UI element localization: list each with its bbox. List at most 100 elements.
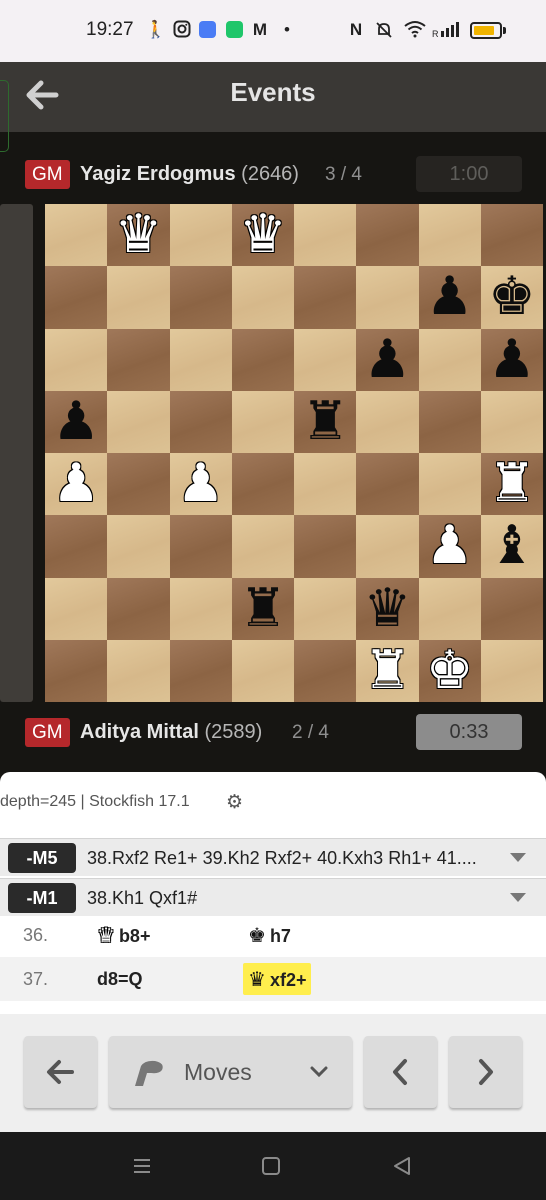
moves-dropdown-button[interactable]: Moves <box>109 1036 352 1108</box>
home-icon[interactable] <box>261 1156 281 1176</box>
square-g6[interactable] <box>418 328 481 391</box>
app-root: 19:27 🚶 M • N R Events GM Yagiz Erdogmus… <box>0 0 546 1200</box>
black-move-current[interactable]: ♛ xf2+ <box>243 963 312 995</box>
square-b3[interactable] <box>107 515 170 578</box>
engine-line-row[interactable]: -M5 38.Rxf2 Re1+ 39.Kh2 Rxf2+ 40.Kxh3 Rh… <box>0 838 546 876</box>
square-d5[interactable] <box>231 390 294 453</box>
square-h2[interactable] <box>480 577 543 640</box>
square-c7[interactable] <box>169 266 232 329</box>
black-move[interactable]: ♚ h7 <box>243 919 296 951</box>
app-header: Events <box>0 62 546 132</box>
square-d4[interactable] <box>231 453 294 516</box>
player-name: Yagiz Erdogmus (2646) <box>80 163 299 186</box>
status-time: 19:27 <box>86 19 134 40</box>
black-bishop-icon[interactable]: ♝ <box>481 515 543 577</box>
square-b4[interactable] <box>107 453 170 516</box>
square-b5[interactable] <box>107 390 170 453</box>
black-rook-icon[interactable]: ♜ <box>294 391 356 453</box>
player-top: GM Yagiz Erdogmus (2646) 3 / 4 1:00 <box>0 154 546 194</box>
white-move[interactable]: ♛ b8+ <box>92 919 155 951</box>
chevron-down-icon[interactable] <box>510 853 526 862</box>
square-g4[interactable] <box>418 453 481 516</box>
square-h5[interactable] <box>480 390 543 453</box>
square-c1[interactable] <box>169 639 232 702</box>
square-c2[interactable] <box>169 577 232 640</box>
white-pawn-icon[interactable]: ♟ <box>170 453 232 515</box>
square-d6[interactable] <box>231 328 294 391</box>
square-c5[interactable] <box>169 390 232 453</box>
white-pawn-icon[interactable]: ♟ <box>45 453 107 515</box>
side-handle[interactable] <box>0 80 9 152</box>
square-a7[interactable] <box>45 266 108 329</box>
black-king-icon[interactable]: ♚ <box>481 266 543 328</box>
page-title: Events <box>230 77 316 107</box>
square-h8[interactable] <box>480 204 543 267</box>
square-b6[interactable] <box>107 328 170 391</box>
square-b2[interactable] <box>107 577 170 640</box>
white-queen-icon[interactable]: ♛ <box>107 204 169 266</box>
black-pawn-icon[interactable]: ♟ <box>356 329 418 391</box>
square-a3[interactable] <box>45 515 108 578</box>
chevron-down-icon[interactable] <box>510 893 526 902</box>
square-d7[interactable] <box>231 266 294 329</box>
next-move-button[interactable] <box>449 1036 522 1108</box>
chess-board[interactable]: ♛ ♛ ♟ ♚ ♟ ♟ ♟ ♜ ♟ ♟ ♜ ♟ ♝ ♜ ♛ ♜ ♚ <box>45 204 543 702</box>
square-d3[interactable] <box>231 515 294 578</box>
square-c8[interactable] <box>169 204 232 267</box>
move-number: 37. <box>23 969 49 989</box>
white-king-icon[interactable]: ♚ <box>419 640 481 702</box>
prev-move-button[interactable] <box>364 1036 437 1108</box>
square-f4[interactable] <box>356 453 419 516</box>
white-pawn-icon[interactable]: ♟ <box>419 515 481 577</box>
white-rook-icon[interactable]: ♜ <box>481 453 543 515</box>
white-queen-icon[interactable]: ♛ <box>232 204 294 266</box>
engine-line-row[interactable]: -M1 38.Kh1 Qxf1# <box>0 878 546 916</box>
black-rook-icon[interactable]: ♜ <box>232 578 294 640</box>
square-a6[interactable] <box>45 328 108 391</box>
white-rook-icon[interactable]: ♜ <box>356 640 418 702</box>
recents-icon[interactable] <box>132 1156 152 1176</box>
white-queen-icon: ♛ <box>97 923 115 947</box>
square-g2[interactable] <box>418 577 481 640</box>
white-move[interactable]: d8=Q <box>92 963 148 995</box>
square-a1[interactable] <box>45 639 108 702</box>
square-g8[interactable] <box>418 204 481 267</box>
square-e2[interactable] <box>294 577 357 640</box>
square-e6[interactable] <box>294 328 357 391</box>
battery-level <box>474 26 495 35</box>
player-score: 2 / 4 <box>292 722 329 743</box>
wifi-icon <box>404 20 426 40</box>
square-f7[interactable] <box>356 266 419 329</box>
square-f5[interactable] <box>356 390 419 453</box>
black-pawn-icon[interactable]: ♟ <box>419 266 481 328</box>
black-move-text: h7 <box>269 926 291 946</box>
square-g5[interactable] <box>418 390 481 453</box>
square-a2[interactable] <box>45 577 108 640</box>
player-rating: (2646) <box>241 163 299 185</box>
square-a8[interactable] <box>45 204 108 267</box>
analysis-panel: depth=245 | Stockfish 17.1 ⚙ -M5 38.Rxf2… <box>0 772 546 1014</box>
black-pawn-icon[interactable]: ♟ <box>481 329 543 391</box>
square-c6[interactable] <box>169 328 232 391</box>
square-e4[interactable] <box>294 453 357 516</box>
square-e1[interactable] <box>294 639 357 702</box>
square-f3[interactable] <box>356 515 419 578</box>
square-b1[interactable] <box>107 639 170 702</box>
square-d1[interactable] <box>231 639 294 702</box>
gear-icon[interactable]: ⚙ <box>226 793 245 812</box>
square-h1[interactable] <box>480 639 543 702</box>
system-nav-bar <box>0 1132 546 1200</box>
square-f8[interactable] <box>356 204 419 267</box>
square-b7[interactable] <box>107 266 170 329</box>
black-queen-icon[interactable]: ♛ <box>356 578 418 640</box>
square-e7[interactable] <box>294 266 357 329</box>
back-move-button[interactable] <box>24 1036 97 1108</box>
square-c3[interactable] <box>169 515 232 578</box>
chevron-down-icon <box>310 1066 328 1078</box>
battery-icon <box>470 22 502 39</box>
eval-badge: -M5 <box>8 843 76 873</box>
black-pawn-icon[interactable]: ♟ <box>45 391 107 453</box>
square-e3[interactable] <box>294 515 357 578</box>
square-e8[interactable] <box>294 204 357 267</box>
back-nav-icon[interactable] <box>392 1156 412 1176</box>
